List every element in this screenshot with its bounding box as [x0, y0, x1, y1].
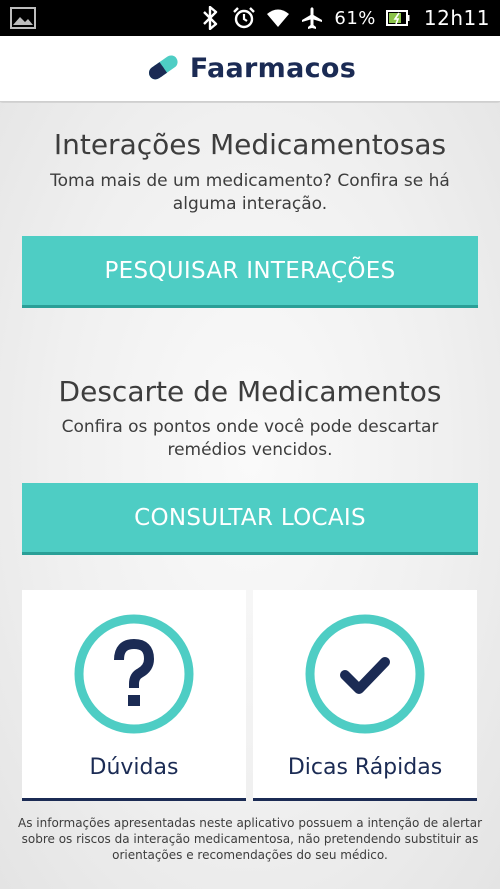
brand: Faarmacos	[144, 53, 356, 84]
quick-tips-card[interactable]: Dicas Rápidas	[253, 590, 477, 801]
faq-card[interactable]: Dúvidas	[22, 590, 246, 801]
main-content: Interações Medicamentosas Toma mais de u…	[0, 103, 500, 889]
search-interactions-button[interactable]: PESQUISAR INTERAÇÕES	[22, 236, 478, 308]
battery-percent: 61%	[334, 7, 376, 29]
disclaimer-text: As informações apresentadas neste aplica…	[18, 816, 482, 862]
app-title: Faarmacos	[189, 53, 357, 84]
question-circle-icon	[72, 612, 196, 736]
consult-locations-button[interactable]: CONSULTAR LOCAIS	[22, 483, 478, 555]
interactions-title: Interações Medicamentosas	[53, 128, 447, 161]
quick-tips-card-label: Dicas Rápidas	[287, 755, 443, 780]
airplane-icon	[300, 6, 324, 30]
bluetooth-icon	[198, 6, 222, 30]
app-header: Faarmacos	[0, 36, 500, 102]
disposal-subtitle: Confira os pontos onde você pode descart…	[61, 417, 439, 460]
clock: 12h11	[423, 6, 490, 30]
check-circle-icon	[303, 612, 427, 736]
pill-heart-logo	[144, 54, 182, 84]
wifi-icon	[266, 6, 290, 30]
interactions-subtitle: Toma mais de um medicamento? Confira se …	[50, 171, 450, 214]
status-bar: 61% 12h11	[0, 0, 500, 36]
image-icon	[10, 7, 36, 29]
faq-card-label: Dúvidas	[89, 755, 179, 780]
battery-icon	[385, 6, 410, 30]
alarm-icon	[232, 6, 256, 30]
disposal-title: Descarte de Medicamentos	[58, 375, 442, 408]
